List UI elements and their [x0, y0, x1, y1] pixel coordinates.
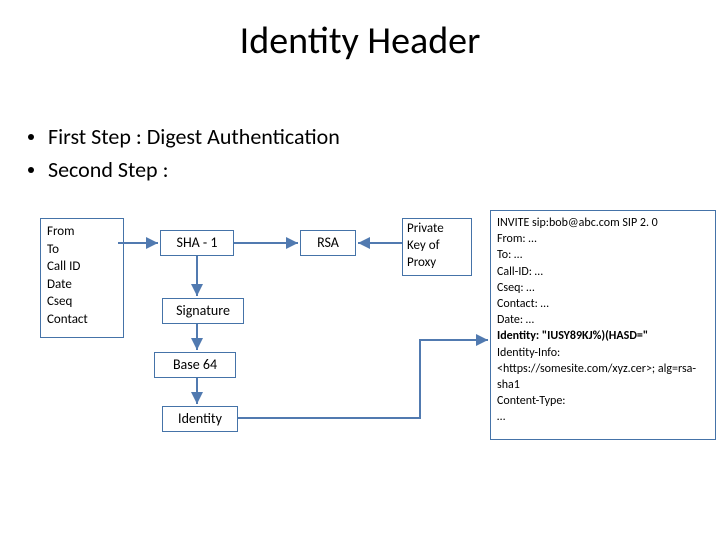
pkey-line: Proxy — [407, 255, 467, 272]
header-callid: Call ID — [47, 258, 117, 276]
bullet-list: First Step : Digest Authentication Secon… — [28, 120, 340, 186]
msg-line: INVITE sip:bob@abc.com SIP 2. 0 — [497, 215, 709, 231]
base64-box: Base 64 — [154, 352, 236, 378]
header-contact: Contact — [47, 311, 117, 329]
bullet-item: First Step : Digest Authentication — [28, 120, 340, 153]
sha1-box: SHA - 1 — [160, 230, 234, 256]
private-key-box: Private Key of Proxy — [402, 218, 472, 276]
msg-line: From: … — [497, 231, 709, 247]
pkey-line: Key of — [407, 238, 467, 255]
identity-box: Identity — [162, 406, 238, 432]
msg-line: Cseq: … — [497, 280, 709, 296]
msg-line: Identity-Info: — [497, 345, 709, 361]
msg-identity-value: "IUSY89KJ%)(HASD=" — [542, 329, 648, 343]
header-date: Date — [47, 276, 117, 294]
msg-identity-line: Identity: "IUSY89KJ%)(HASD=" — [497, 328, 709, 344]
msg-line: … — [497, 409, 709, 425]
bullet-dot-icon — [28, 134, 34, 140]
sip-headers-box: From To Call ID Date Cseq Contact — [40, 218, 124, 338]
bullet-dot-icon — [28, 167, 34, 173]
page-title: Identity Header — [0, 18, 720, 64]
bullet-item: Second Step : — [28, 153, 340, 186]
pkey-line: Private — [407, 221, 467, 238]
slide: Identity Header First Step : Digest Auth… — [0, 0, 720, 540]
header-from: From — [47, 223, 117, 241]
msg-line: Call-ID: … — [497, 264, 709, 280]
rsa-box: RSA — [300, 230, 356, 256]
bullet-text: Second Step : — [48, 153, 168, 186]
msg-line: To: … — [497, 247, 709, 263]
msg-line: <https://somesite.com/xyz.cer>; alg=rsa-… — [497, 361, 709, 393]
msg-line: Content-Type: — [497, 393, 709, 409]
header-to: To — [47, 241, 117, 259]
msg-line: Date: … — [497, 312, 709, 328]
msg-identity-label: Identity: — [497, 329, 542, 343]
signature-box: Signature — [162, 298, 244, 324]
header-cseq: Cseq — [47, 293, 117, 311]
sip-message-box: INVITE sip:bob@abc.com SIP 2. 0 From: … … — [490, 210, 716, 440]
bullet-text: First Step : Digest Authentication — [48, 120, 340, 153]
msg-line: Contact: … — [497, 296, 709, 312]
